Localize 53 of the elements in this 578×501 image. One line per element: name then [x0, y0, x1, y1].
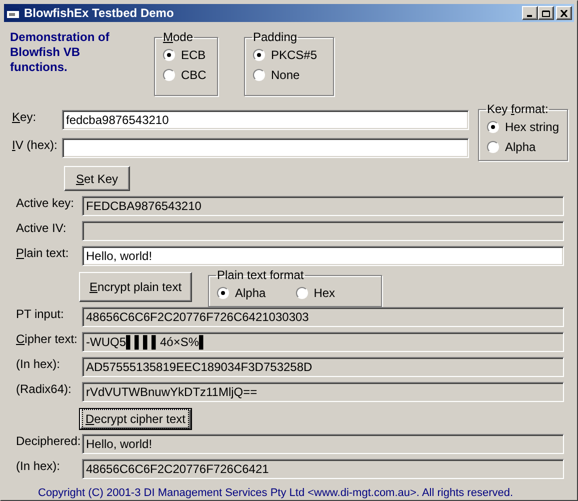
input-field[interactable]: Hello, world! [82, 246, 564, 266]
readonly-field: FEDCBA9876543210 [82, 196, 564, 216]
readonly-field: 48656C6C6F2C20776F726C6421 [82, 459, 564, 479]
readonly-field: Hello, world! [82, 434, 564, 454]
app-icon [6, 6, 20, 20]
radio-option[interactable]: ECB [163, 46, 209, 64]
input-field[interactable] [62, 138, 469, 158]
radio-button[interactable] [163, 69, 175, 81]
readonly-field: rVdVUTWBnuwYkDTz11MljQ== [82, 382, 564, 402]
field-label: Active key: [16, 195, 76, 212]
radio-button[interactable] [486, 141, 499, 153]
radio-button[interactable] [486, 121, 499, 133]
close-button[interactable] [556, 6, 572, 20]
maximize-button[interactable] [538, 6, 554, 20]
field-label: Key: [12, 109, 38, 126]
field-label: Plain text: [16, 245, 70, 262]
group-label: Mode [162, 29, 194, 46]
radio-button[interactable] [253, 69, 265, 81]
field-label: Deciphered: [16, 433, 82, 450]
group-label: Plain text format [216, 267, 305, 284]
field-label: IV (hex): [12, 137, 58, 154]
copyright-text: Copyright (C) 2001-3 DI Management Services Pty Ltd <www.di-mgt.com.au>. All rights reserved. [38, 486, 514, 500]
radio-option[interactable]: CBC [163, 66, 209, 84]
command-button[interactable]: Decrypt cipher text [79, 408, 192, 430]
radio-button[interactable] [217, 287, 229, 299]
radio-option[interactable]: Hex string [486, 118, 559, 136]
radio-button[interactable] [253, 49, 265, 61]
radio-option[interactable]: PKCS#5 [253, 46, 325, 64]
window-title: BlowfishEx Testbed Demo [24, 5, 175, 22]
field-label: (Radix64): [16, 381, 72, 398]
field-label: (In hex): [16, 458, 62, 475]
input-field[interactable]: fedcba9876543210 [62, 110, 469, 130]
group-label: Key format: [486, 101, 550, 118]
command-button[interactable]: Set Key [64, 166, 130, 191]
field-label: (In hex): [16, 356, 62, 373]
maximize-icon [542, 10, 550, 16]
close-icon [560, 10, 568, 16]
command-button[interactable]: Encrypt plain text [79, 272, 192, 302]
minimize-button[interactable] [522, 6, 538, 20]
radio-option[interactable]: Alpha [217, 284, 266, 302]
radio-option[interactable]: None [253, 66, 325, 84]
readonly-field: -WUQ5▌▌▌▌4ó×S%▌ [82, 332, 564, 352]
readonly-field: AD57555135819EEC189034F3D753258D [82, 357, 564, 377]
radio-button[interactable] [163, 49, 175, 61]
radio-option[interactable]: Hex [296, 284, 336, 302]
group-label: Padding [252, 29, 298, 46]
field-label: Cipher text: [16, 331, 78, 348]
field-label: PT input: [16, 306, 65, 323]
readonly-field: 48656C6C6F2C20776F726C6421030303 [82, 307, 564, 327]
field-label: Active IV: [16, 220, 68, 237]
radio-button[interactable] [296, 287, 308, 299]
radio-option[interactable]: Alpha [486, 138, 559, 156]
description: Demonstration of Blowfish VB functions. [10, 30, 110, 75]
